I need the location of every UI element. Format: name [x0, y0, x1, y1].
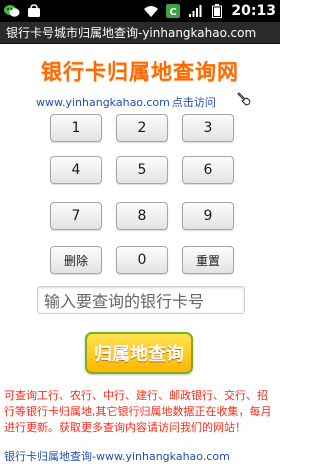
site-banner[interactable]: 银行卡归属地查询网 www.yinhangkahao.com 点击访问	[0, 56, 280, 109]
wechat-icon	[4, 3, 20, 19]
window-title: 银行卡号城市归属地查询-yinhangkahao.com	[6, 26, 257, 40]
numeric-keypad: 1 2 3 4 5 6 7 8 9 删除 0 重置	[50, 114, 234, 278]
reset-button[interactable]: 重置	[182, 246, 234, 274]
info-text: 可查询工行、农行、中行、建行、邮政银行、交行、招行等银行卡归属地,其它银行归属地…	[4, 389, 272, 434]
banner-title: 银行卡归属地查询网	[41, 60, 239, 84]
status-bar: C 20:13	[0, 0, 280, 22]
title-bar: 银行卡号城市归属地查询-yinhangkahao.com	[0, 22, 280, 44]
card-number-input[interactable]: 输入要查询的银行卡号	[37, 286, 245, 314]
key-6[interactable]: 6	[182, 156, 234, 184]
wifi-icon	[143, 3, 159, 19]
key-2[interactable]: 2	[116, 114, 168, 142]
svg-text:C: C	[170, 7, 177, 18]
key-5[interactable]: 5	[116, 156, 168, 184]
battery-icon	[209, 3, 225, 19]
pointing-hand-icon	[236, 92, 254, 112]
key-3[interactable]: 3	[182, 114, 234, 142]
banner-visit-label[interactable]: 点击访问	[172, 94, 216, 110]
banner-link[interactable]: www.yinhangkahao.com 点击访问	[36, 92, 254, 112]
banner-url[interactable]: www.yinhangkahao.com	[36, 96, 170, 109]
key-9[interactable]: 9	[182, 202, 234, 230]
key-7[interactable]: 7	[50, 202, 102, 230]
footer-link[interactable]: 银行卡归属地查询-www.yinhangkahao.com	[0, 449, 280, 465]
status-time: 20:13	[231, 3, 276, 19]
query-button[interactable]: 归属地查询	[85, 332, 193, 374]
key-0[interactable]: 0	[116, 246, 168, 274]
delete-button[interactable]: 删除	[50, 246, 102, 274]
notification-bag-icon	[26, 3, 42, 19]
signal-icon	[187, 3, 203, 19]
key-1[interactable]: 1	[50, 114, 102, 142]
key-8[interactable]: 8	[116, 202, 168, 230]
c-app-icon: C	[165, 3, 181, 19]
key-4[interactable]: 4	[50, 156, 102, 184]
